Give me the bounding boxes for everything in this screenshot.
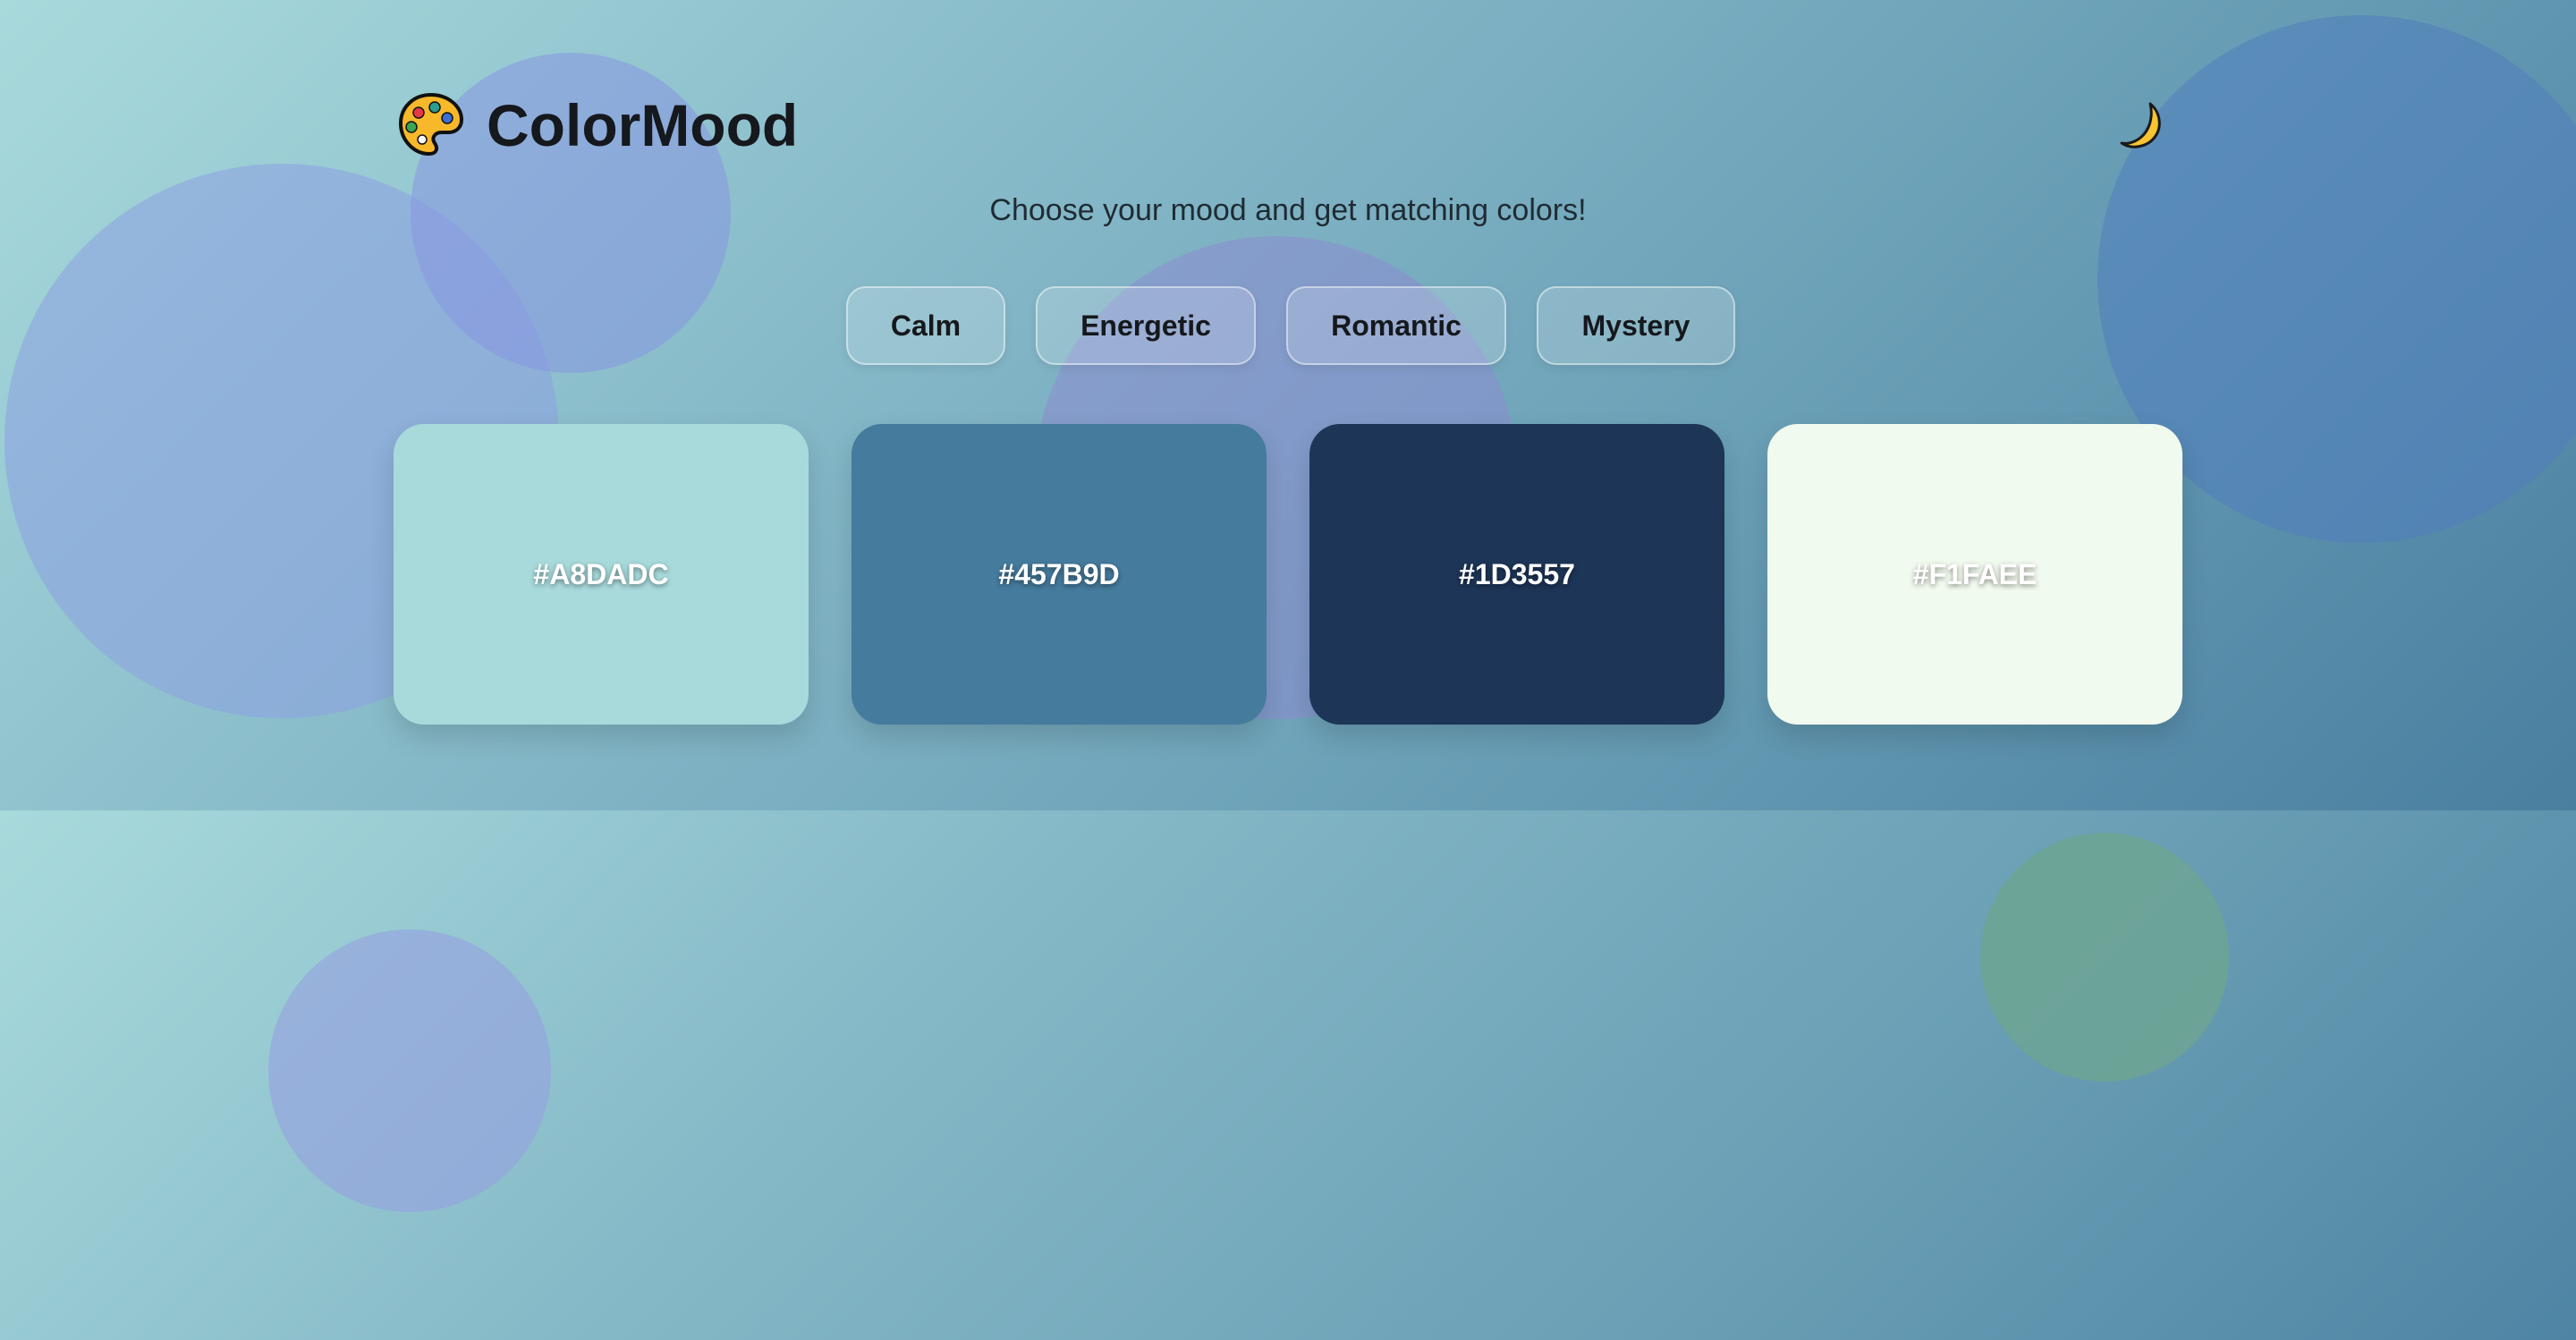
palette-icon [398, 92, 464, 157]
swatch-hex-code: #1D3557 [1459, 557, 1575, 590]
swatch-hex-code: #457B9D [998, 557, 1120, 590]
color-swatch[interactable]: #F1FAEE [1767, 424, 2182, 725]
subtitle: Choose your mood and get matching colors… [989, 193, 1587, 227]
swatch-hex-code: #A8DADC [533, 557, 669, 590]
app-logo: ColorMood [397, 91, 798, 159]
decorative-bubble [268, 929, 551, 1212]
swatch-hex-code: #F1FAEE [1912, 557, 2038, 590]
app-title: ColorMood [487, 92, 799, 158]
color-swatch[interactable]: #A8DADC [394, 424, 809, 725]
color-palette: #A8DADC #457B9D #1D3557 #F1FAEE [394, 424, 2182, 725]
color-swatch[interactable]: #457B9D [852, 424, 1267, 725]
lower-background [0, 810, 2576, 1340]
theme-toggle-button[interactable] [2114, 98, 2168, 152]
color-swatch[interactable]: #1D3557 [1309, 424, 1724, 725]
mood-selector: Calm Energetic Romantic Mystery [846, 286, 1735, 365]
decorative-bubble [1980, 833, 2229, 1081]
mood-button-romantic[interactable]: Romantic [1286, 286, 1506, 365]
mood-button-mystery[interactable]: Mystery [1537, 286, 1735, 365]
mood-button-energetic[interactable]: Energetic [1036, 286, 1256, 365]
hero-section: ColorMood Choose your mood and get match… [0, 0, 2576, 810]
crescent-moon-icon [2120, 102, 2161, 148]
mood-button-calm[interactable]: Calm [846, 286, 1005, 365]
